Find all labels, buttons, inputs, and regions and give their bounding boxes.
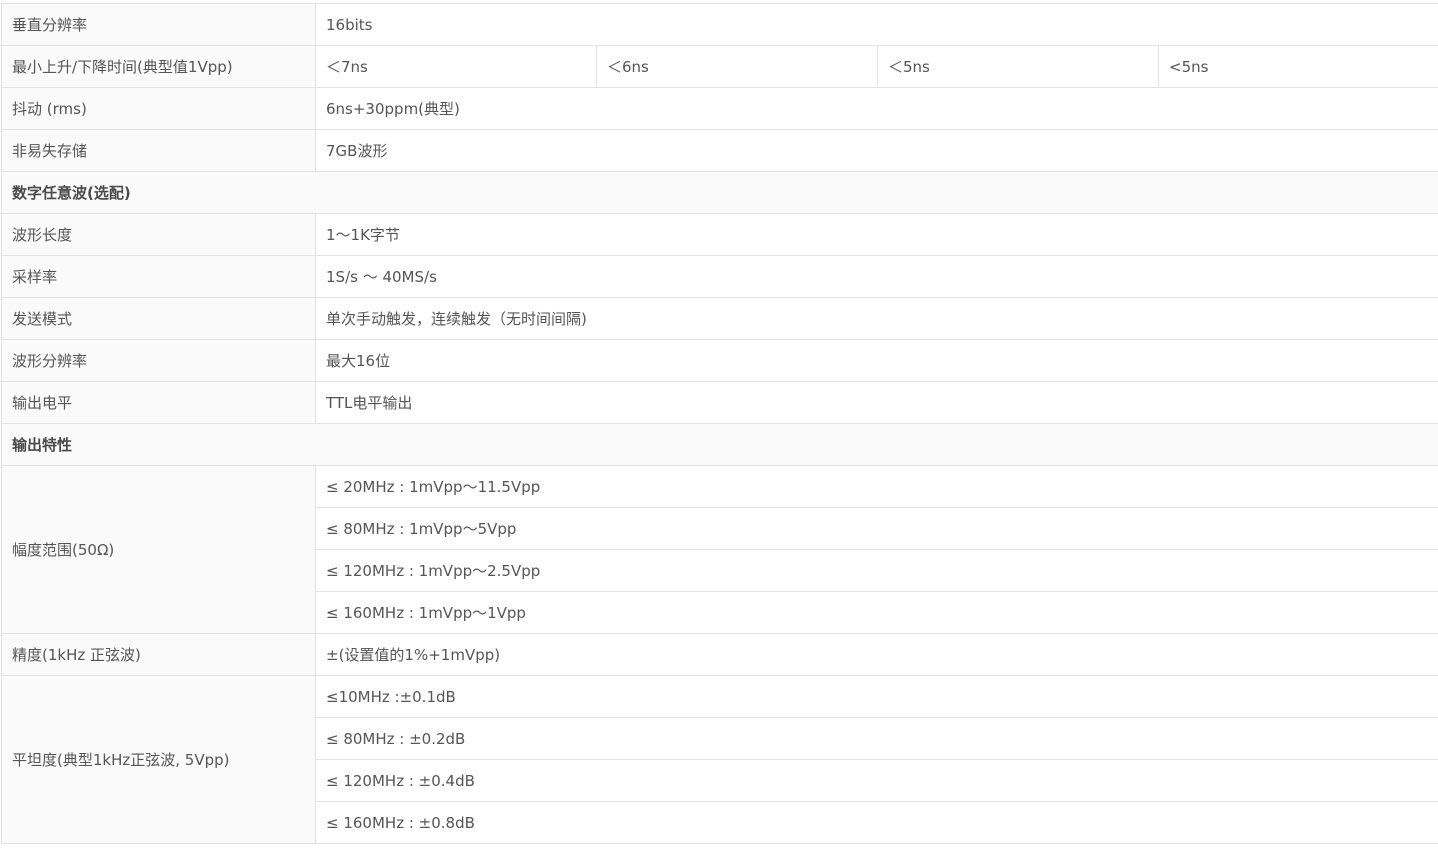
table-row: 抖动 (rms) 6ns+30ppm(典型) (1, 87, 1438, 130)
row-label: 发送模式 (1, 297, 316, 340)
row-label: 最小上升/下降时间(典型值1Vpp) (1, 45, 316, 88)
row-value: TTL电平输出 (314, 381, 1438, 424)
row-label: 精度(1kHz 正弦波) (1, 633, 316, 676)
row-value: ＜6ns (596, 45, 878, 88)
table-row: 垂直分辨率 16bits (1, 3, 1438, 46)
table-row: 采样率 1S/s ～ 40MS/s (1, 255, 1438, 298)
row-value: ≤ 80MHz : ±0.2dB (314, 717, 1438, 760)
row-label: 非易失存储 (1, 129, 316, 172)
row-value: ＜7ns (315, 45, 597, 88)
row-label: 平坦度(典型1kHz正弦波, 5Vpp) (1, 675, 316, 844)
section-header-row: 输出特性 (0, 423, 1438, 466)
row-value: ±(设置值的1%+1mVpp) (314, 633, 1438, 676)
row-value: 7GB波形 (314, 129, 1438, 172)
row-value: 16bits (314, 3, 1438, 46)
row-value: 1S/s ～ 40MS/s (314, 255, 1438, 298)
row-value: ≤ 160MHz : 1mVpp～1Vpp (314, 591, 1438, 634)
table-row: 波形分辨率 最大16位 (1, 339, 1438, 382)
table-row: 平坦度(典型1kHz正弦波, 5Vpp) ≤10MHz :±0.1dB (1, 675, 1438, 844)
table-row: 最小上升/下降时间(典型值1Vpp) ＜7ns ＜6ns ＜5ns <5ns (1, 45, 1438, 88)
row-value: ≤10MHz :±0.1dB (314, 675, 1438, 718)
table-row: 波形长度 1～1K字节 (1, 213, 1438, 256)
table-row: 发送模式 单次手动触发，连续触发（无时间间隔) (1, 297, 1438, 340)
row-value: ＜5ns (877, 45, 1159, 88)
table-row: 幅度范围(50Ω) ≤ 20MHz : 1mVpp～11.5Vpp (1, 465, 1438, 634)
section-title: 数字任意波(选配) (0, 171, 1438, 214)
row-label: 垂直分辨率 (1, 3, 316, 46)
table-row: 输出电平 TTL电平输出 (1, 381, 1438, 424)
section-header-row: 数字任意波(选配) (0, 171, 1438, 214)
row-value: ≤ 20MHz : 1mVpp～11.5Vpp (314, 465, 1438, 508)
row-value: 单次手动触发，连续触发（无时间间隔) (314, 297, 1438, 340)
row-label: 幅度范围(50Ω) (1, 465, 316, 634)
row-value: ≤ 80MHz : 1mVpp～5Vpp (314, 507, 1438, 550)
row-label: 波形长度 (1, 213, 316, 256)
row-label: 采样率 (1, 255, 316, 298)
row-value: 最大16位 (314, 339, 1438, 382)
table-row: 非易失存储 7GB波形 (1, 129, 1438, 172)
row-value: ≤ 160MHz : ±0.8dB (314, 801, 1438, 844)
table-row: 精度(1kHz 正弦波) ±(设置值的1%+1mVpp) (1, 633, 1438, 676)
row-value: <5ns (1157, 45, 1438, 88)
section-title: 输出特性 (0, 423, 1438, 466)
row-value: 6ns+30ppm(典型) (314, 87, 1438, 130)
row-label: 波形分辨率 (1, 339, 316, 382)
row-value: 1～1K字节 (314, 213, 1438, 256)
row-label: 抖动 (rms) (1, 87, 316, 130)
row-value: ≤ 120MHz : 1mVpp～2.5Vpp (314, 549, 1438, 592)
row-value: ≤ 120MHz : ±0.4dB (314, 759, 1438, 802)
spec-table: 垂直分辨率 16bits 最小上升/下降时间(典型值1Vpp) ＜7ns ＜6n… (0, 3, 1438, 844)
row-label: 输出电平 (1, 381, 316, 424)
